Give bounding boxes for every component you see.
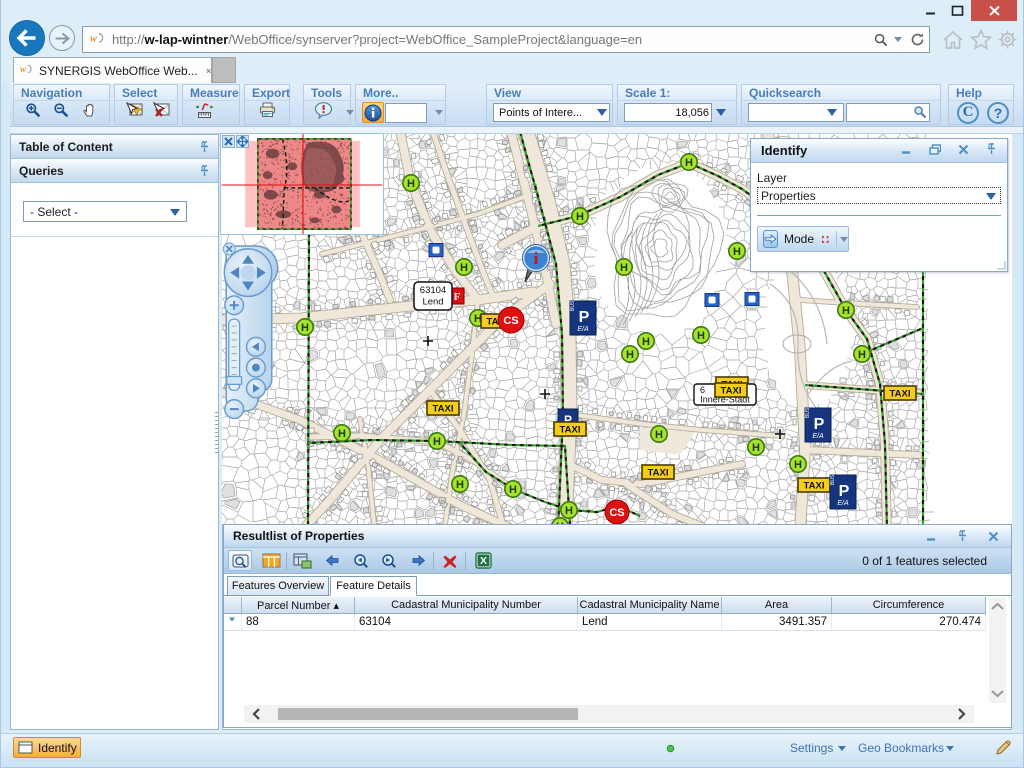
svg-text:w: w bbox=[20, 64, 27, 74]
svg-text:CS: CS bbox=[609, 507, 624, 519]
svg-text:H: H bbox=[433, 436, 441, 448]
svg-text:w: w bbox=[90, 34, 97, 45]
svg-text:E/A: E/A bbox=[837, 500, 849, 507]
svg-text:H: H bbox=[697, 330, 705, 342]
svg-text:H: H bbox=[620, 262, 628, 274]
svg-text:H: H bbox=[301, 322, 309, 334]
svg-text:TAXI: TAXI bbox=[560, 425, 581, 436]
svg-text:H: H bbox=[752, 442, 760, 454]
svg-text:H: H bbox=[576, 211, 584, 223]
svg-text:6: 6 bbox=[700, 385, 705, 395]
svg-text:P: P bbox=[839, 483, 850, 500]
svg-text:H: H bbox=[407, 178, 415, 190]
svg-text:P: P bbox=[579, 309, 590, 326]
svg-text:H: H bbox=[733, 246, 741, 258]
svg-text:H: H bbox=[565, 505, 573, 517]
svg-text:P: P bbox=[814, 416, 825, 433]
svg-text:H: H bbox=[642, 336, 650, 348]
svg-text:H: H bbox=[456, 479, 464, 491]
svg-text:H: H bbox=[338, 428, 346, 440]
svg-text:TAXI: TAXI bbox=[721, 386, 742, 397]
svg-text:H: H bbox=[685, 157, 693, 169]
svg-text:H: H bbox=[509, 484, 517, 496]
svg-text:i: i bbox=[534, 249, 539, 268]
svg-text:63104: 63104 bbox=[420, 285, 446, 296]
svg-text:H: H bbox=[460, 262, 468, 274]
svg-text:TAXI: TAXI bbox=[804, 481, 825, 492]
svg-text:H: H bbox=[842, 305, 850, 317]
svg-text:BUS: BUS bbox=[805, 407, 811, 418]
svg-text:H: H bbox=[794, 459, 802, 471]
svg-text:Lend: Lend bbox=[422, 297, 443, 308]
svg-text:F: F bbox=[454, 291, 461, 303]
svg-text:X: X bbox=[479, 555, 486, 567]
svg-text:E/A: E/A bbox=[812, 433, 824, 440]
svg-text:H: H bbox=[655, 429, 663, 441]
svg-text:H: H bbox=[626, 349, 634, 361]
svg-text:BUS: BUS bbox=[830, 474, 836, 485]
svg-text:BUS: BUS bbox=[570, 300, 576, 311]
svg-text:TAXI: TAXI bbox=[648, 468, 669, 479]
svg-text:TAXI: TAXI bbox=[890, 389, 911, 400]
svg-text:H: H bbox=[858, 349, 866, 361]
svg-text:TAXI: TAXI bbox=[433, 404, 454, 415]
svg-text:E/A: E/A bbox=[577, 326, 589, 333]
svg-text:CS: CS bbox=[503, 315, 518, 327]
